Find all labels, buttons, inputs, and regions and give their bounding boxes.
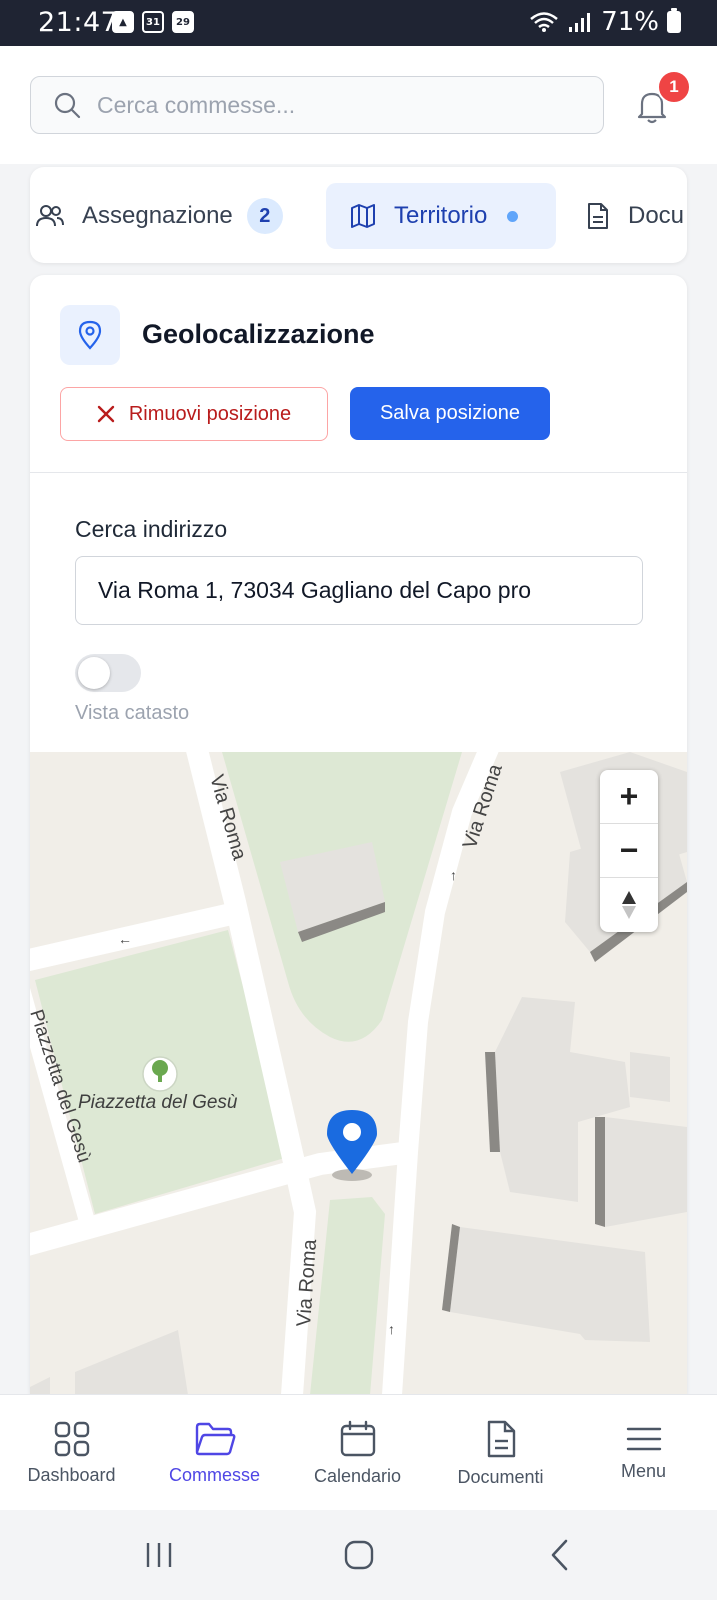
back-icon[interactable] bbox=[548, 1538, 572, 1572]
nav-menu[interactable]: Menu bbox=[572, 1395, 715, 1511]
app-header: 1 bbox=[0, 46, 717, 164]
nav-label: Menu bbox=[620, 1460, 667, 1481]
battery-percent: 71% bbox=[601, 7, 659, 37]
tab-label: Assegnazione bbox=[82, 202, 233, 229]
nav-label: Documenti bbox=[457, 1466, 544, 1487]
tab-label: Docu bbox=[628, 202, 685, 229]
oneway-arrow-icon: ← bbox=[118, 931, 132, 947]
nav-label: Commesse bbox=[168, 1464, 261, 1485]
compass-button[interactable] bbox=[600, 878, 658, 932]
address-search-input[interactable] bbox=[75, 556, 643, 625]
status-bar: 21:47 ▲ 31 29 71% bbox=[0, 0, 717, 46]
zoom-in-button[interactable]: + bbox=[600, 770, 658, 824]
status-right: 71% bbox=[529, 7, 681, 37]
geolocation-icon-box bbox=[60, 305, 120, 365]
gallery-icon: ▲ bbox=[112, 11, 134, 33]
nav-commesse[interactable]: Commesse bbox=[143, 1395, 286, 1511]
recent-apps-icon[interactable] bbox=[144, 1540, 174, 1570]
signal-icon bbox=[569, 13, 591, 32]
nav-label: Calendario bbox=[313, 1465, 402, 1486]
users-icon bbox=[36, 205, 64, 227]
battery-icon bbox=[667, 8, 681, 33]
home-icon[interactable] bbox=[344, 1540, 374, 1570]
cadastre-view-toggle[interactable] bbox=[75, 654, 141, 692]
folder-icon bbox=[195, 1422, 235, 1455]
active-indicator-dot bbox=[507, 210, 519, 222]
map-icon bbox=[351, 204, 375, 228]
document-icon bbox=[487, 1420, 515, 1457]
hamburger-icon bbox=[626, 1427, 661, 1450]
remove-position-button[interactable]: Rimuovi posizione bbox=[60, 387, 328, 441]
tab-assegnazione[interactable]: Assegnazione 2 bbox=[36, 183, 283, 249]
grid-icon bbox=[54, 1421, 89, 1456]
nav-documenti[interactable]: Documenti bbox=[429, 1395, 572, 1511]
compass-icon bbox=[622, 891, 636, 919]
notification-badge: 1 bbox=[657, 70, 691, 104]
nav-dashboard[interactable]: Dashboard bbox=[0, 1395, 143, 1511]
tab-count-badge: 2 bbox=[246, 198, 283, 234]
geolocation-card: Geolocalizzazione Rimuovi posizione Salv… bbox=[30, 275, 687, 1395]
oneway-arrow-icon: ↑ bbox=[450, 867, 457, 883]
calendar-29-icon: 29 bbox=[172, 11, 194, 33]
calendar-icon bbox=[340, 1420, 375, 1456]
divider bbox=[30, 472, 687, 473]
park-label: Piazzetta del Gesù bbox=[78, 1092, 238, 1113]
document-icon bbox=[588, 203, 608, 229]
map-canvas[interactable]: Via Roma Via Roma Via Roma Piazzetta del… bbox=[30, 752, 687, 1395]
nav-calendario[interactable]: Calendario bbox=[286, 1395, 429, 1511]
tab-label: Territorio bbox=[394, 202, 488, 229]
toggle-knob bbox=[78, 657, 110, 689]
zoom-out-button[interactable]: − bbox=[600, 824, 658, 878]
location-pin-icon bbox=[78, 320, 102, 350]
close-icon bbox=[97, 405, 115, 423]
map-zoom-controls: + − bbox=[600, 770, 658, 932]
section-title: Geolocalizzazione bbox=[142, 319, 375, 349]
status-notification-icons: ▲ 31 29 bbox=[112, 11, 194, 33]
nav-label: Dashboard bbox=[27, 1464, 116, 1485]
bottom-navigation: Dashboard Commesse Calendario Documenti … bbox=[0, 1394, 717, 1510]
tab-documenti[interactable]: Docu bbox=[586, 183, 684, 249]
search-input[interactable] bbox=[97, 91, 557, 119]
search-bar[interactable] bbox=[30, 76, 604, 134]
tab-territorio[interactable]: Territorio bbox=[326, 183, 556, 249]
cadastre-view-label: Vista catasto bbox=[75, 702, 190, 724]
address-search-label: Cerca indirizzo bbox=[75, 516, 228, 542]
park-strip bbox=[310, 1197, 385, 1395]
save-position-button[interactable]: Salva posizione bbox=[350, 387, 550, 440]
calendar-31-icon: 31 bbox=[142, 11, 164, 33]
map-view[interactable]: Via Roma Via Roma Via Roma Piazzetta del… bbox=[30, 752, 687, 1395]
system-navigation-bar bbox=[0, 1510, 717, 1600]
status-time: 21:47 bbox=[38, 7, 119, 38]
oneway-arrow-icon: ↑ bbox=[388, 1321, 395, 1337]
section-tabs: Assegnazione 2 Territorio Docu bbox=[30, 167, 687, 263]
wifi-icon bbox=[530, 12, 559, 32]
search-icon bbox=[54, 92, 81, 119]
remove-position-label: Rimuovi posizione bbox=[128, 402, 292, 425]
